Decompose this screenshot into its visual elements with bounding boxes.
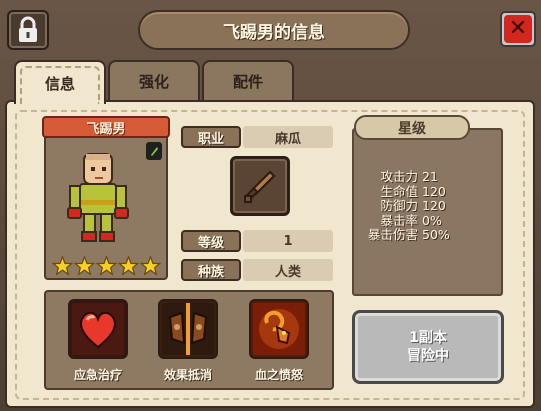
stat-row-defense: 防御力 120	[360, 198, 500, 214]
level-value: 1	[243, 230, 333, 252]
job-label: 职业	[181, 126, 241, 148]
skill-emergency-heal[interactable]	[68, 299, 128, 359]
job-value: 麻瓜	[243, 126, 333, 148]
race-value-text: 人类	[274, 264, 301, 280]
stat-name: 攻击力	[380, 169, 418, 184]
close-icon: ✕	[504, 15, 532, 43]
character-portrait	[67, 153, 129, 242]
shield-icon	[162, 303, 214, 355]
tab-info-label: 信息	[44, 74, 75, 93]
stat-value: 0%	[422, 212, 442, 228]
tab-accessory[interactable]: 配件	[202, 60, 294, 100]
skill-label: 效果抵消	[163, 368, 212, 382]
character-name: 飞踢男	[86, 121, 126, 137]
stat-row-crit-damage: 暴击伤害 50%	[360, 227, 500, 243]
star-icon	[74, 256, 95, 276]
tab-info[interactable]: 信息	[14, 60, 106, 104]
stat-row-hp: 生命值 120	[360, 183, 500, 200]
skill-label: 血之愤怒	[254, 368, 303, 382]
window-title: 飞踢男的信息	[138, 10, 410, 50]
stat-row-crit-rate: 暴击率 0%	[360, 212, 500, 229]
dungeon-line2: 冒险中	[407, 348, 449, 364]
level-value-text: 1	[283, 233, 293, 249]
stat-name: 暴击伤害	[367, 227, 418, 242]
stat-value: 21	[422, 169, 438, 184]
character-name-banner: 飞踢男	[42, 116, 170, 138]
lock-button[interactable]	[7, 10, 49, 50]
window-title-text: 飞踢男的信息	[223, 22, 325, 43]
game-window: 飞踢男的信息 ✕ 信息 强化 配件 飞踢男 职业 麻瓜 等级 1 种族 人类 星…	[0, 0, 541, 411]
stat-name: 防御力	[380, 198, 418, 213]
stat-list: 攻击力 21 生命值 120 防御力 120 暴击率 0% 暴击伤害 50%	[360, 169, 500, 243]
star-icon	[118, 256, 139, 276]
tab-enhance[interactable]: 强化	[108, 60, 200, 100]
heart-icon	[72, 303, 124, 355]
star-icon	[52, 256, 73, 276]
stat-value: 50%	[422, 227, 450, 242]
job-label-text: 职业	[197, 131, 224, 147]
job-value-text: 麻瓜	[274, 131, 301, 147]
close-button[interactable]: ✕	[500, 11, 536, 47]
level-label: 等级	[181, 230, 241, 252]
sword-icon	[243, 170, 276, 203]
weapon-slot[interactable]	[230, 156, 290, 216]
tab-enhance-label: 强化	[138, 72, 169, 91]
stat-row-attack: 攻击力 21	[360, 169, 500, 185]
stat-name: 暴击率	[380, 212, 418, 228]
star-icon	[96, 256, 117, 276]
dungeon-line1: 1副本	[409, 330, 447, 346]
star-level-title-text: 星级	[398, 120, 426, 137]
ram-icon	[253, 303, 305, 355]
star-icon	[140, 256, 161, 276]
race-label: 种族	[181, 259, 241, 281]
stat-value: 120	[422, 198, 446, 213]
lock-icon	[19, 16, 37, 42]
stat-name: 生命值	[380, 183, 418, 199]
stat-value: 120	[422, 183, 446, 199]
tab-accessory-label: 配件	[232, 72, 263, 91]
race-label-text: 种族	[197, 264, 224, 280]
skill-blood-rage[interactable]	[249, 299, 309, 359]
skill-effect-cancel[interactable]	[158, 299, 218, 359]
level-label-text: 等级	[197, 235, 224, 251]
dungeon-status-button[interactable]: 1副本 冒险中	[352, 310, 504, 384]
star-level-title: 星级	[354, 115, 470, 140]
star-rating	[52, 256, 162, 276]
edit-name-icon[interactable]	[146, 142, 162, 160]
race-value: 人类	[243, 259, 333, 281]
skill-label: 应急治疗	[73, 368, 122, 382]
